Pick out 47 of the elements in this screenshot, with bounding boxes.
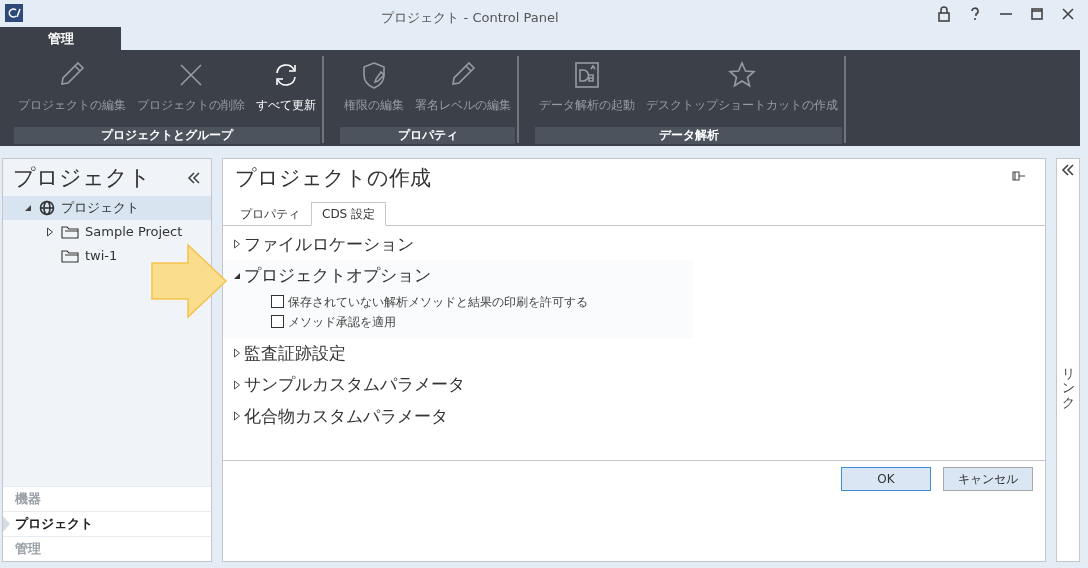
globe-icon [39, 200, 55, 216]
section-header[interactable]: プロジェクトオプション [233, 260, 435, 292]
cancel-button[interactable]: キャンセル [943, 467, 1033, 491]
close-icon [1060, 6, 1076, 22]
double-chevron-icon [186, 169, 202, 186]
tree-item[interactable]: twi-1 [3, 244, 124, 268]
pin-icon [1011, 170, 1027, 182]
ok-button[interactable]: OK [841, 467, 931, 491]
tree-item[interactable]: Sample Project [3, 220, 189, 244]
folder-icon [61, 225, 79, 239]
document-icon [572, 60, 602, 90]
expanded-triangle-icon [233, 271, 241, 280]
checkbox-label: 保存されていない解析メソッドと結果の印刷を許可する [288, 293, 588, 311]
checkbox-label: メソッド承認を適用 [288, 313, 396, 331]
sidebar-title: プロジェクト [12, 164, 152, 192]
app-logo-icon [5, 4, 23, 22]
section-header[interactable]: 監査証跡設定 [233, 337, 350, 369]
group-label: プロパティ [340, 127, 515, 144]
section-header[interactable]: 化合物カスタムパラメータ [233, 400, 452, 432]
window-title: プロジェクト - Control Panel [380, 9, 560, 27]
section-header[interactable]: ファイルロケーション [233, 228, 418, 260]
checkbox[interactable] [271, 315, 284, 328]
panel-title: プロジェクトの作成 [234, 165, 432, 192]
tab[interactable]: CDS 設定 [311, 201, 387, 226]
collapsed-triangle-icon [233, 239, 241, 250]
section-header[interactable]: サンプルカスタムパラメータ [233, 369, 469, 401]
ribbon-button[interactable]: すべて更新 [252, 56, 320, 124]
lock-icon [936, 6, 952, 22]
minimize-icon [1000, 13, 1012, 15]
collapsed-triangle-icon [46, 226, 54, 237]
ribbon-tab[interactable]: 管理 [0, 27, 121, 50]
tab[interactable]: プロパティ [229, 201, 311, 226]
expanded-triangle-icon [24, 203, 32, 212]
collapsed-triangle-icon [233, 348, 241, 359]
side-panel-label[interactable]: リンク [1061, 367, 1075, 410]
group-label: プロジェクトとグループ [14, 127, 320, 144]
double-chevron-icon [1061, 163, 1075, 177]
group-label: データ解析 [535, 127, 842, 144]
collapsed-triangle-icon [233, 411, 241, 422]
nav-item[interactable]: プロジェクト [3, 511, 211, 536]
collapsed-triangle-icon [233, 379, 241, 390]
checkbox[interactable] [271, 295, 284, 308]
tree-item[interactable]: プロジェクト [3, 196, 211, 220]
selection-pointer-icon [3, 515, 11, 533]
folder-icon [61, 249, 79, 263]
maximize-icon [1029, 6, 1045, 22]
star-icon [727, 60, 757, 90]
